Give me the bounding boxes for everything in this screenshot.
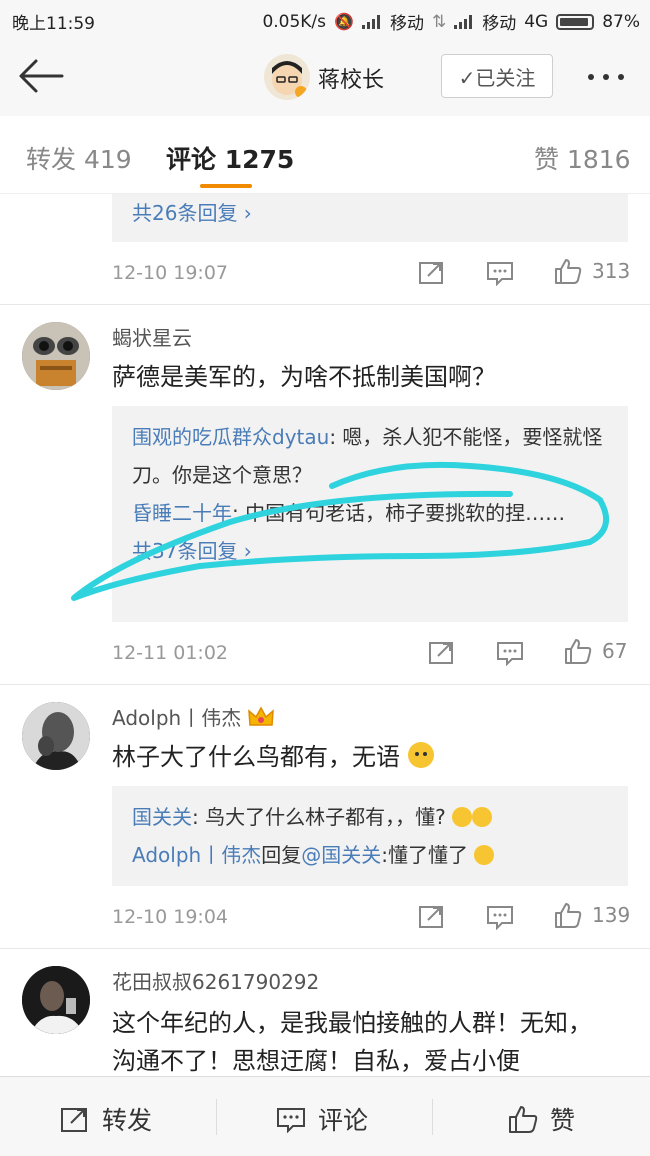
reply-text: : 中国有句老话，柿子要挑软的捏…… xyxy=(232,501,566,525)
divider xyxy=(0,684,650,685)
comment-action[interactable] xyxy=(486,260,514,286)
repost-icon xyxy=(429,642,453,664)
comment-action[interactable] xyxy=(496,640,524,666)
user-avatar[interactable] xyxy=(22,322,90,390)
repost-button[interactable]: 转发 xyxy=(60,1101,152,1137)
more-replies-link[interactable]: 共37条回复 › xyxy=(132,532,608,570)
like-count: 313 xyxy=(592,259,631,283)
carrier-1: 移动 xyxy=(389,14,424,34)
back-arrow-icon[interactable] xyxy=(18,58,64,94)
comment-username[interactable]: 花田叔叔6261790292 xyxy=(112,966,319,995)
thumbs-up-icon xyxy=(565,639,592,664)
signal-icon xyxy=(361,14,382,29)
user-avatar[interactable] xyxy=(22,966,90,1034)
data-arrows-icon: ⇅ xyxy=(431,11,447,32)
tab-bar: 转发 419 评论 1275 赞 1816 xyxy=(0,116,650,194)
reply-username[interactable]: 昏睡二十年 xyxy=(132,501,232,525)
like-action[interactable]: 139 xyxy=(554,902,630,928)
status-indicators: 0.05K/s 🔕 移动 ⇅ 移动 4G 87% xyxy=(262,9,640,35)
repost-icon xyxy=(419,906,443,928)
speechless-emoji-icon xyxy=(407,742,434,768)
more-replies-link[interactable]: 共26条回复 › xyxy=(132,201,252,225)
tab-comments[interactable]: 评论 1275 xyxy=(166,140,294,176)
repost-icon xyxy=(419,262,443,284)
network-type: 4G xyxy=(524,11,549,32)
grin-emoji-icon xyxy=(474,845,495,865)
reply-preview: 国关关: 鸟大了什么林子都有，，懂? Adolph丨伟杰回复@国关关:懂了懂了 xyxy=(112,786,628,886)
thumbs-up-icon xyxy=(555,259,582,284)
like-count: 139 xyxy=(592,903,631,927)
thumbs-up-icon xyxy=(509,1106,538,1133)
thumbs-up-icon xyxy=(555,903,582,928)
reply-line: 围观的吃瓜群众dytau: 嗯，杀人犯不能怪，要怪就怪刀。你是这个意思？ xyxy=(132,418,608,494)
divider xyxy=(0,948,650,949)
comment-text: 萨德是美军的，为啥不抵制美国啊？ xyxy=(112,363,496,391)
divider xyxy=(0,304,650,305)
repost-icon xyxy=(61,1108,87,1132)
like-button[interactable]: 赞 xyxy=(508,1101,575,1137)
battery-level: 87% xyxy=(602,11,640,32)
separator xyxy=(216,1099,217,1135)
reply-line: 昏睡二十年: 中国有句老话，柿子要挑软的捏…… xyxy=(132,494,608,532)
user-avatar[interactable] xyxy=(22,702,90,770)
bottom-action-bar: 转发 评论 赞 xyxy=(0,1076,650,1156)
comment-button[interactable]: 评论 xyxy=(276,1101,368,1137)
reply-text: : 鸟大了什么林子都有，，懂? xyxy=(192,805,446,829)
author-avatar[interactable] xyxy=(264,54,310,100)
reply-username[interactable]: 围观的吃瓜群众dytau xyxy=(132,425,329,449)
comment-icon xyxy=(487,906,513,930)
tab-repost[interactable]: 转发 419 xyxy=(26,140,132,176)
like-count: 67 xyxy=(602,639,628,663)
active-tab-indicator xyxy=(200,184,252,188)
comment-username[interactable]: 蝎状星云 xyxy=(112,322,192,351)
status-time: 晚上11:59 xyxy=(12,14,95,34)
more-options-icon[interactable] xyxy=(588,74,624,80)
signal-icon-2 xyxy=(454,14,474,29)
like-action[interactable]: 67 xyxy=(564,638,627,664)
repost-action[interactable] xyxy=(418,904,446,930)
comment-text: 林子大了什么鸟都有，无语 xyxy=(112,743,400,771)
comment-time: 12-11 01:02 xyxy=(112,642,229,664)
reply-preview: 围观的吃瓜群众dytau: 嗯，杀人犯不能怪，要怪就怪刀。你是这个意思？ 昏睡二… xyxy=(112,406,628,622)
reply-username[interactable]: Adolph丨伟杰 xyxy=(132,843,261,867)
carrier-2: 移动 xyxy=(482,14,517,34)
status-bar: 晚上11:59 0.05K/s 🔕 移动 ⇅ 移动 4G 87% xyxy=(0,0,650,38)
comment-icon xyxy=(497,642,523,666)
comment-text-row: 林子大了什么鸟都有，无语 xyxy=(112,738,612,776)
network-speed: 0.05K/s xyxy=(262,11,327,32)
reply-line: 国关关: 鸟大了什么林子都有，，懂? xyxy=(132,798,608,836)
comment-label: 评论 xyxy=(318,1106,369,1135)
reply-username[interactable]: 国关关 xyxy=(132,805,192,829)
reply-preview: 共26条回复 › xyxy=(112,194,628,242)
repost-label: 转发 xyxy=(102,1106,153,1135)
comment-icon xyxy=(277,1108,305,1133)
like-label: 赞 xyxy=(550,1106,576,1135)
comment-text: 这个年纪的人，是我最怕接触的人群！无知，沟通不了！思想迂腐！自私，爱占小便 xyxy=(112,1009,592,1075)
battery-icon xyxy=(556,13,595,30)
comment-action[interactable] xyxy=(486,904,514,930)
page-title: 蒋校长 xyxy=(318,68,385,93)
mute-icon: 🔕 xyxy=(334,12,354,31)
reply-text: :懂了懂了 xyxy=(381,843,468,867)
nav-bar: 蒋校长 ✓已关注 xyxy=(0,38,650,116)
laugh-emoji-icon xyxy=(452,807,473,827)
laugh-emoji-icon xyxy=(472,807,493,827)
reply-mention[interactable]: @国关关 xyxy=(301,843,381,867)
comment-icon xyxy=(487,262,513,286)
reply-connector: 回复 xyxy=(261,843,302,867)
comment-time: 12-10 19:07 xyxy=(112,262,229,284)
like-action[interactable]: 313 xyxy=(554,258,630,284)
repost-action[interactable] xyxy=(418,260,446,286)
crown-badge-icon xyxy=(248,705,275,726)
comment-time: 12-10 19:04 xyxy=(112,906,229,928)
reply-line: Adolph丨伟杰回复@国关关:懂了懂了 xyxy=(132,836,608,874)
repost-action[interactable] xyxy=(428,640,456,666)
comment-username[interactable]: Adolph丨伟杰 xyxy=(112,702,241,731)
following-button[interactable]: ✓已关注 xyxy=(441,54,553,98)
tab-likes[interactable]: 赞 1816 xyxy=(534,140,631,176)
separator xyxy=(432,1099,433,1135)
comment-username-row: Adolph丨伟杰 xyxy=(112,702,275,731)
